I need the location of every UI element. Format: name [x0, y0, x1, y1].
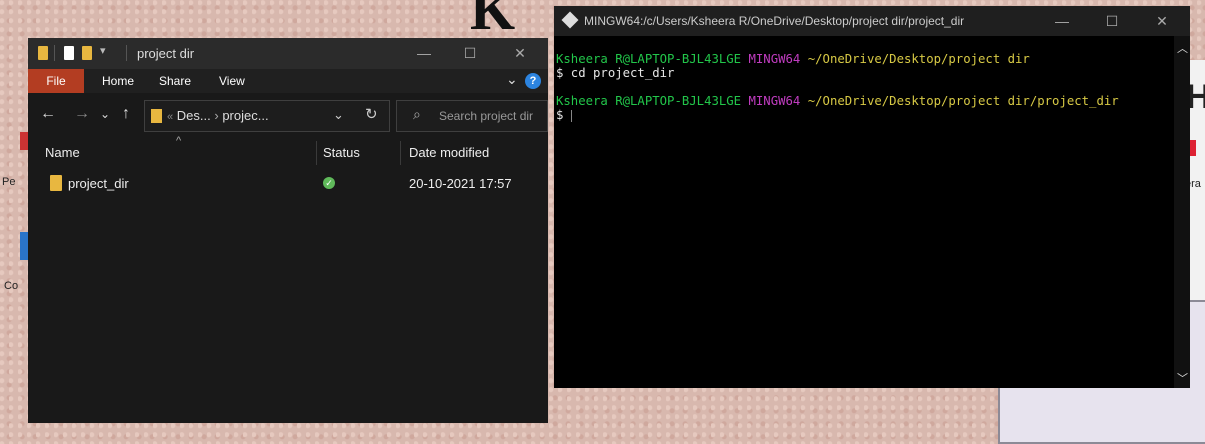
folder-icon: [151, 109, 162, 123]
quick-access-dropdown-icon[interactable]: ▾: [100, 44, 106, 57]
terminal-title: MINGW64:/c/Users/Ksheera R/OneDrive/Desk…: [584, 14, 965, 28]
back-arrow-icon[interactable]: ←: [40, 105, 56, 123]
search-icon: ⌕: [413, 106, 421, 122]
new-folder-icon[interactable]: [82, 46, 92, 60]
tab-home[interactable]: Home: [102, 69, 134, 93]
forward-arrow-icon[interactable]: →: [74, 105, 90, 123]
close-button[interactable]: ✕: [1144, 10, 1180, 32]
refresh-icon[interactable]: ↻: [365, 105, 378, 123]
address-bar[interactable]: « Des... › projec... ⌄ ↻: [144, 100, 390, 132]
file-explorer-window: ▾ project dir — ☐ ✕ File Home Share View…: [28, 38, 548, 423]
prompt-shell: MINGW64: [748, 52, 801, 66]
tab-share[interactable]: Share: [159, 69, 191, 93]
chevron-down-icon[interactable]: ⌄: [506, 71, 518, 88]
text-cursor: [570, 109, 572, 122]
command-line: $: [556, 108, 571, 122]
file-name: project_dir: [68, 176, 129, 191]
desktop-icon-label: Co: [4, 280, 19, 292]
breadcrumb-separator: ›: [214, 108, 219, 123]
scroll-down-arrow-icon[interactable]: ﹀: [1177, 370, 1188, 386]
prompt-path: ~/OneDrive/Desktop/project dir/project_d…: [807, 94, 1119, 108]
column-header-status[interactable]: Status: [323, 145, 360, 160]
recent-locations-icon[interactable]: ⌄: [100, 107, 110, 121]
folder-icon: [38, 46, 48, 60]
up-arrow-icon[interactable]: ↑: [122, 105, 130, 123]
scrollbar[interactable]: ︿ ﹀: [1174, 36, 1190, 388]
window-title: project dir: [137, 46, 195, 61]
sync-check-icon: ✓: [323, 177, 335, 189]
maximize-button[interactable]: ☐: [452, 42, 488, 64]
sort-caret-icon: ^: [176, 135, 182, 147]
terminal-title-bar[interactable]: MINGW64:/c/Users/Ksheera R/OneDrive/Desk…: [554, 6, 1190, 36]
minimize-button[interactable]: —: [1044, 10, 1080, 32]
prompt-path: ~/OneDrive/Desktop/project dir: [807, 52, 1030, 66]
desktop-icon-red[interactable]: [20, 132, 28, 150]
breadcrumb-desktop[interactable]: Des...: [177, 108, 211, 123]
minimize-button[interactable]: —: [406, 42, 442, 64]
terminal-output[interactable]: Ksheera R@LAPTOP-BJL43LGE MINGW64 ~/OneD…: [556, 52, 1119, 122]
prompt-user: Ksheera R@LAPTOP-BJL43LGE: [556, 94, 742, 108]
properties-check-icon[interactable]: [64, 46, 74, 60]
file-date-modified: 20-10-2021 17:57: [409, 176, 512, 191]
desktop-icon-blue[interactable]: [20, 232, 28, 260]
command-line: $ cd project_dir: [556, 66, 675, 80]
tab-view[interactable]: View: [219, 69, 245, 93]
file-row[interactable]: project_dir ✓ 20-10-2021 17:57: [28, 170, 548, 198]
search-input[interactable]: ⌕ Search project dir: [396, 100, 548, 132]
prompt-user: Ksheera R@LAPTOP-BJL43LGE: [556, 52, 742, 66]
close-button[interactable]: ✕: [502, 42, 538, 64]
prompt-shell: MINGW64: [748, 94, 801, 108]
navigation-bar: ← → ⌄ ↑ « Des... › projec... ⌄ ↻ ⌕ Searc…: [28, 93, 548, 137]
desktop-icon-label: Pe: [2, 176, 16, 188]
column-header-date[interactable]: Date modified: [409, 145, 489, 160]
help-icon[interactable]: ?: [525, 73, 541, 89]
ribbon-tabs: File Home Share View ⌄ ?: [28, 69, 548, 93]
git-icon: [561, 11, 579, 29]
terminal-window[interactable]: MINGW64:/c/Users/Ksheera R/OneDrive/Desk…: [554, 6, 1190, 388]
explorer-title-bar[interactable]: ▾ project dir — ☐ ✕: [28, 38, 548, 69]
breadcrumb-overflow[interactable]: «: [167, 111, 173, 123]
desktop-left-icons: Pe Co: [0, 124, 28, 300]
scroll-up-arrow-icon[interactable]: ︿: [1177, 40, 1188, 56]
search-placeholder: Search project dir: [439, 109, 534, 123]
column-headers: Name ^ Status Date modified: [28, 135, 548, 167]
breadcrumb-project[interactable]: projec...: [222, 108, 268, 123]
chevron-down-icon[interactable]: ⌄: [333, 107, 344, 123]
desktop-wallpaper-glyph: K: [470, 0, 516, 42]
column-header-name[interactable]: Name: [45, 145, 80, 160]
maximize-button[interactable]: ☐: [1094, 10, 1130, 32]
folder-icon: [50, 175, 62, 191]
tab-file[interactable]: File: [28, 69, 84, 93]
